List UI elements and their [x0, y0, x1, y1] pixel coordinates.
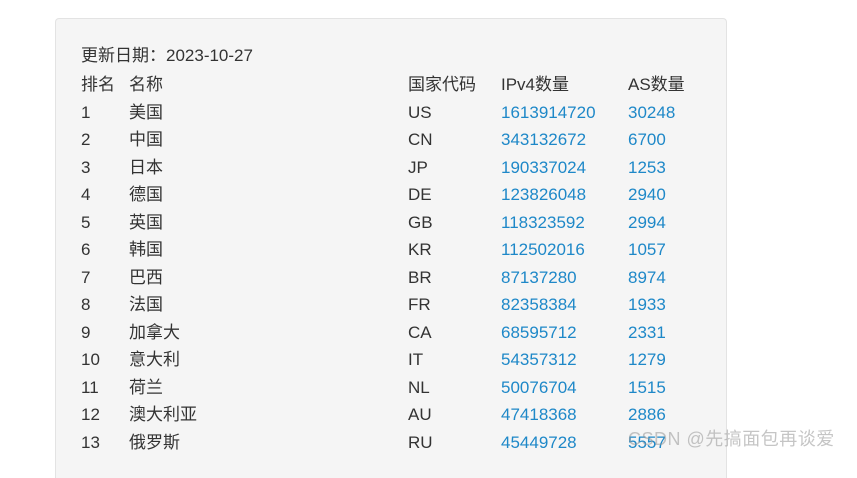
code-cell: AU — [408, 405, 432, 424]
table-row: 3 日本 JP 190337024 1253 — [81, 154, 708, 182]
name-cell: 中国 — [129, 130, 163, 149]
table-row: 11 荷兰 NL 50076704 1515 — [81, 374, 708, 402]
code-cell: RU — [408, 432, 433, 452]
rank-cell: 2 — [81, 130, 91, 149]
rank-cell: 11 — [81, 377, 99, 397]
name-cell: 日本 — [129, 157, 163, 177]
update-date-label: 更新日期：2023-10-27 — [81, 46, 253, 65]
code-cell: NL — [408, 377, 430, 397]
rank-cell: 9 — [81, 322, 91, 342]
header-rank: 排名 — [81, 75, 115, 94]
table-row: 6 韩国 KR 112502016 1057 — [81, 236, 708, 264]
as-count-link[interactable]: 1253 — [628, 158, 666, 177]
ipv4-count-link[interactable]: 54357312 — [501, 350, 577, 369]
as-count-link[interactable]: 2940 — [628, 185, 666, 204]
as-count-link[interactable]: 30248 — [628, 103, 675, 122]
ipv4-count-link[interactable]: 1613914720 — [501, 103, 596, 122]
code-cell: CA — [408, 322, 432, 342]
as-count-link[interactable]: 1515 — [628, 378, 666, 397]
rank-cell: 13 — [81, 432, 100, 452]
code-cell: BR — [408, 267, 432, 287]
name-cell: 韩国 — [129, 240, 163, 259]
table-row: 7 巴西 BR 87137280 8974 — [81, 264, 708, 292]
as-count-link[interactable]: 1057 — [628, 240, 666, 259]
rank-cell: 4 — [81, 185, 91, 204]
rank-cell: 12 — [81, 405, 100, 424]
table-row: 13 俄罗斯 RU 45449728 5557 — [81, 429, 708, 457]
code-cell: DE — [408, 185, 432, 204]
as-count-link[interactable]: 1279 — [628, 350, 666, 369]
rank-cell: 1 — [81, 102, 91, 122]
name-cell: 意大利 — [129, 350, 180, 369]
name-cell: 荷兰 — [129, 377, 163, 397]
country-stats-panel: 更新日期：2023-10-27 排名 名称 国家代码 IPv4数量 AS数量 1… — [55, 18, 727, 478]
csdn-watermark: CSDN @先搞面包再谈爱 — [628, 429, 835, 449]
code-cell: KR — [408, 240, 432, 259]
header-as-count: AS数量 — [628, 75, 685, 94]
rank-cell: 5 — [81, 212, 91, 232]
ipv4-count-link[interactable]: 190337024 — [501, 158, 586, 177]
name-cell: 澳大利亚 — [129, 405, 197, 424]
name-cell: 俄罗斯 — [129, 432, 180, 452]
as-count-link[interactable]: 2331 — [628, 323, 666, 342]
table-row: 1 美国 US 1613914720 30248 — [81, 99, 708, 127]
code-cell: JP — [408, 157, 428, 177]
table-row: 2 中国 CN 343132672 6700 — [81, 126, 708, 154]
country-ranking-table: 排名 名称 国家代码 IPv4数量 AS数量 1 美国 US 161391472… — [81, 71, 708, 456]
code-cell: GB — [408, 212, 433, 232]
table-header-row: 排名 名称 国家代码 IPv4数量 AS数量 — [81, 71, 708, 99]
name-cell: 英国 — [129, 212, 163, 232]
header-name: 名称 — [129, 75, 163, 94]
rank-cell: 3 — [81, 157, 91, 177]
ipv4-count-link[interactable]: 50076704 — [501, 378, 577, 397]
ipv4-count-link[interactable]: 343132672 — [501, 130, 586, 149]
header-country-code: 国家代码 — [408, 75, 476, 94]
ipv4-count-link[interactable]: 118323592 — [501, 213, 585, 232]
rank-cell: 6 — [81, 240, 91, 259]
table-row: 5 英国 GB 118323592 2994 — [81, 209, 708, 237]
as-count-link[interactable]: 2886 — [628, 405, 666, 424]
name-cell: 法国 — [129, 295, 163, 314]
code-cell: IT — [408, 350, 424, 369]
ipv4-count-link[interactable]: 112502016 — [501, 240, 585, 259]
rank-cell: 7 — [81, 267, 91, 287]
as-count-link[interactable]: 8974 — [628, 268, 666, 287]
name-cell: 美国 — [129, 102, 163, 122]
name-cell: 德国 — [129, 185, 163, 204]
ipv4-count-link[interactable]: 45449728 — [501, 433, 577, 452]
header-ipv4-count: IPv4数量 — [501, 75, 570, 94]
as-count-link[interactable]: 6700 — [628, 130, 666, 149]
name-cell: 加拿大 — [129, 322, 180, 342]
table-row: 4 德国 DE 123826048 2940 — [81, 181, 708, 209]
name-cell: 巴西 — [129, 267, 163, 287]
table-row: 8 法国 FR 82358384 1933 — [81, 291, 708, 319]
table-row: 9 加拿大 CA 68595712 2331 — [81, 319, 708, 347]
rank-cell: 10 — [81, 350, 100, 369]
as-count-link[interactable]: 2994 — [628, 213, 666, 232]
ipv4-count-link[interactable]: 87137280 — [501, 268, 577, 287]
code-cell: US — [408, 102, 432, 122]
code-cell: FR — [408, 295, 431, 314]
as-count-link[interactable]: 1933 — [628, 295, 666, 314]
ipv4-count-link[interactable]: 68595712 — [501, 323, 577, 342]
table-row: 10 意大利 IT 54357312 1279 — [81, 346, 708, 374]
ipv4-count-link[interactable]: 82358384 — [501, 295, 577, 314]
table-row: 12 澳大利亚 AU 47418368 2886 — [81, 401, 708, 429]
ipv4-count-link[interactable]: 47418368 — [501, 405, 577, 424]
ipv4-count-link[interactable]: 123826048 — [501, 185, 586, 204]
rank-cell: 8 — [81, 295, 91, 314]
code-cell: CN — [408, 130, 433, 149]
